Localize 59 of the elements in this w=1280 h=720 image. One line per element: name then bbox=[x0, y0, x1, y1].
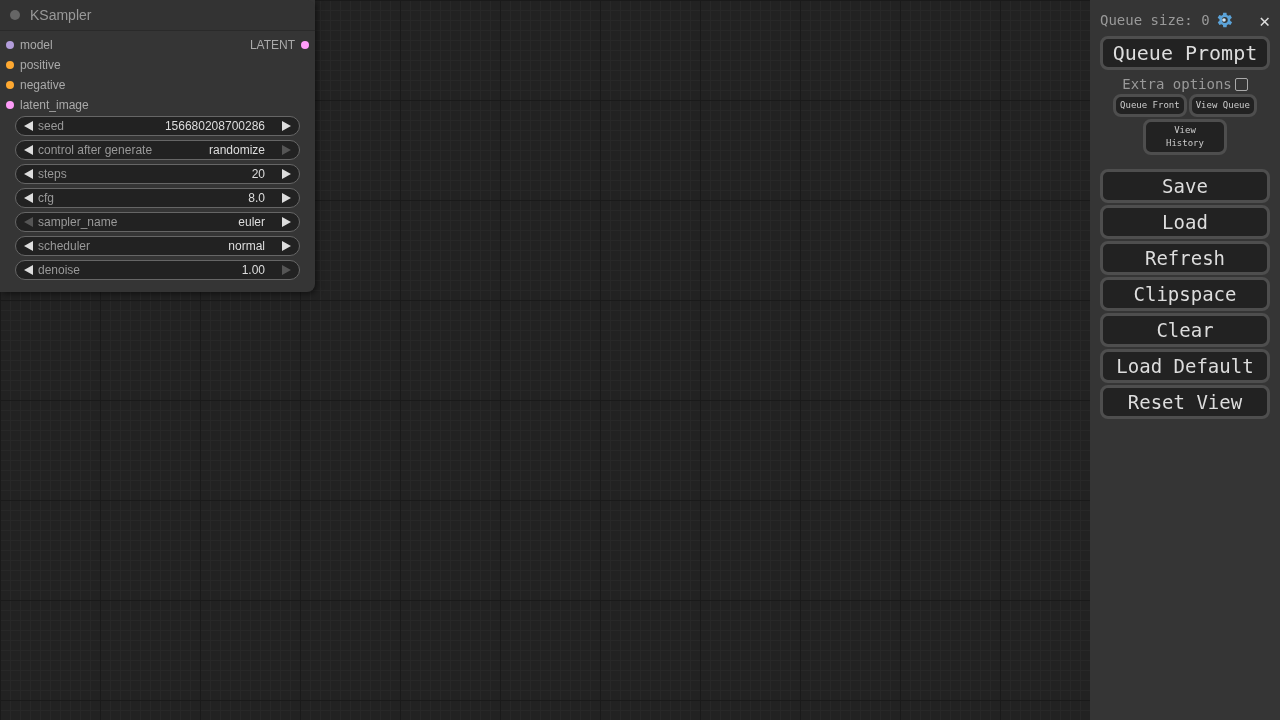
queue-action-button[interactable]: Queue Front bbox=[1113, 94, 1187, 117]
output-slot-icon[interactable] bbox=[301, 41, 309, 49]
queue-prompt-button[interactable]: Queue Prompt bbox=[1100, 36, 1270, 70]
menu-button[interactable]: Clear bbox=[1100, 313, 1270, 347]
right-arrow-icon[interactable] bbox=[282, 193, 291, 203]
widget-field[interactable]: steps 20 bbox=[15, 164, 300, 184]
input-label: latent_image bbox=[20, 98, 89, 112]
input-label: model bbox=[20, 38, 53, 52]
widget-field[interactable]: denoise 1.00 bbox=[15, 260, 300, 280]
widget-field[interactable]: scheduler normal bbox=[15, 236, 300, 256]
left-arrow-icon[interactable] bbox=[24, 193, 33, 203]
menu-button[interactable]: Reset View bbox=[1100, 385, 1270, 419]
widget-label: sampler_name bbox=[37, 215, 119, 229]
widget-field[interactable]: seed 156680208700286 bbox=[15, 116, 300, 136]
left-arrow-icon[interactable] bbox=[24, 265, 33, 275]
right-arrow-icon[interactable] bbox=[282, 121, 291, 131]
right-arrow-icon[interactable] bbox=[282, 241, 291, 251]
menu-button[interactable]: Save bbox=[1100, 169, 1270, 203]
widget-value: 20 bbox=[251, 167, 266, 181]
widget-value: randomize bbox=[208, 143, 266, 157]
widget-label: steps bbox=[37, 167, 68, 181]
menu-button[interactable]: Load bbox=[1100, 205, 1270, 239]
widget-value: 1.00 bbox=[241, 263, 266, 277]
node-title: KSampler bbox=[30, 7, 92, 23]
input-slot-icon[interactable] bbox=[6, 81, 14, 89]
widget-field[interactable]: sampler_name euler bbox=[15, 212, 300, 232]
widget-label: seed bbox=[37, 119, 66, 133]
widget-label: scheduler bbox=[37, 239, 92, 253]
extra-options-label: Extra options bbox=[1122, 76, 1232, 92]
queue-size-label: Queue size: 0 bbox=[1100, 12, 1210, 28]
menu-button[interactable]: Refresh bbox=[1100, 241, 1270, 275]
view-history-button[interactable]: View History bbox=[1143, 119, 1227, 155]
widget-value: euler bbox=[238, 215, 266, 229]
collapse-dot-icon[interactable] bbox=[10, 10, 20, 20]
widget-value: 156680208700286 bbox=[164, 119, 266, 133]
input-slot-icon[interactable] bbox=[6, 101, 14, 109]
right-arrow-icon[interactable] bbox=[282, 217, 291, 227]
widget-label: control after generate bbox=[37, 143, 154, 157]
left-arrow-icon[interactable] bbox=[24, 241, 33, 251]
input-slot-icon[interactable] bbox=[6, 41, 14, 49]
extra-options-checkbox[interactable] bbox=[1234, 77, 1248, 91]
menu-button[interactable]: Load Default bbox=[1100, 349, 1270, 383]
widget-field[interactable]: cfg 8.0 bbox=[15, 188, 300, 208]
queue-action-button[interactable]: View Queue bbox=[1188, 94, 1257, 117]
input-label: positive bbox=[20, 58, 61, 72]
input-slot-icon[interactable] bbox=[6, 61, 14, 69]
widget-value: normal bbox=[228, 239, 266, 253]
widget-field[interactable]: control after generate randomize bbox=[15, 140, 300, 160]
widget-label: denoise bbox=[37, 263, 82, 277]
menu-button[interactable]: Clipspace bbox=[1100, 277, 1270, 311]
right-arrow-icon[interactable] bbox=[282, 169, 291, 179]
left-arrow-icon[interactable] bbox=[24, 169, 33, 179]
output-label: LATENT bbox=[249, 38, 295, 52]
left-arrow-icon[interactable] bbox=[24, 121, 33, 131]
widget-label: cfg bbox=[37, 191, 55, 205]
left-arrow-icon[interactable] bbox=[24, 145, 33, 155]
input-label: negative bbox=[20, 78, 66, 92]
widget-value: 8.0 bbox=[248, 191, 266, 205]
close-button[interactable]: ✕ bbox=[1255, 9, 1270, 31]
